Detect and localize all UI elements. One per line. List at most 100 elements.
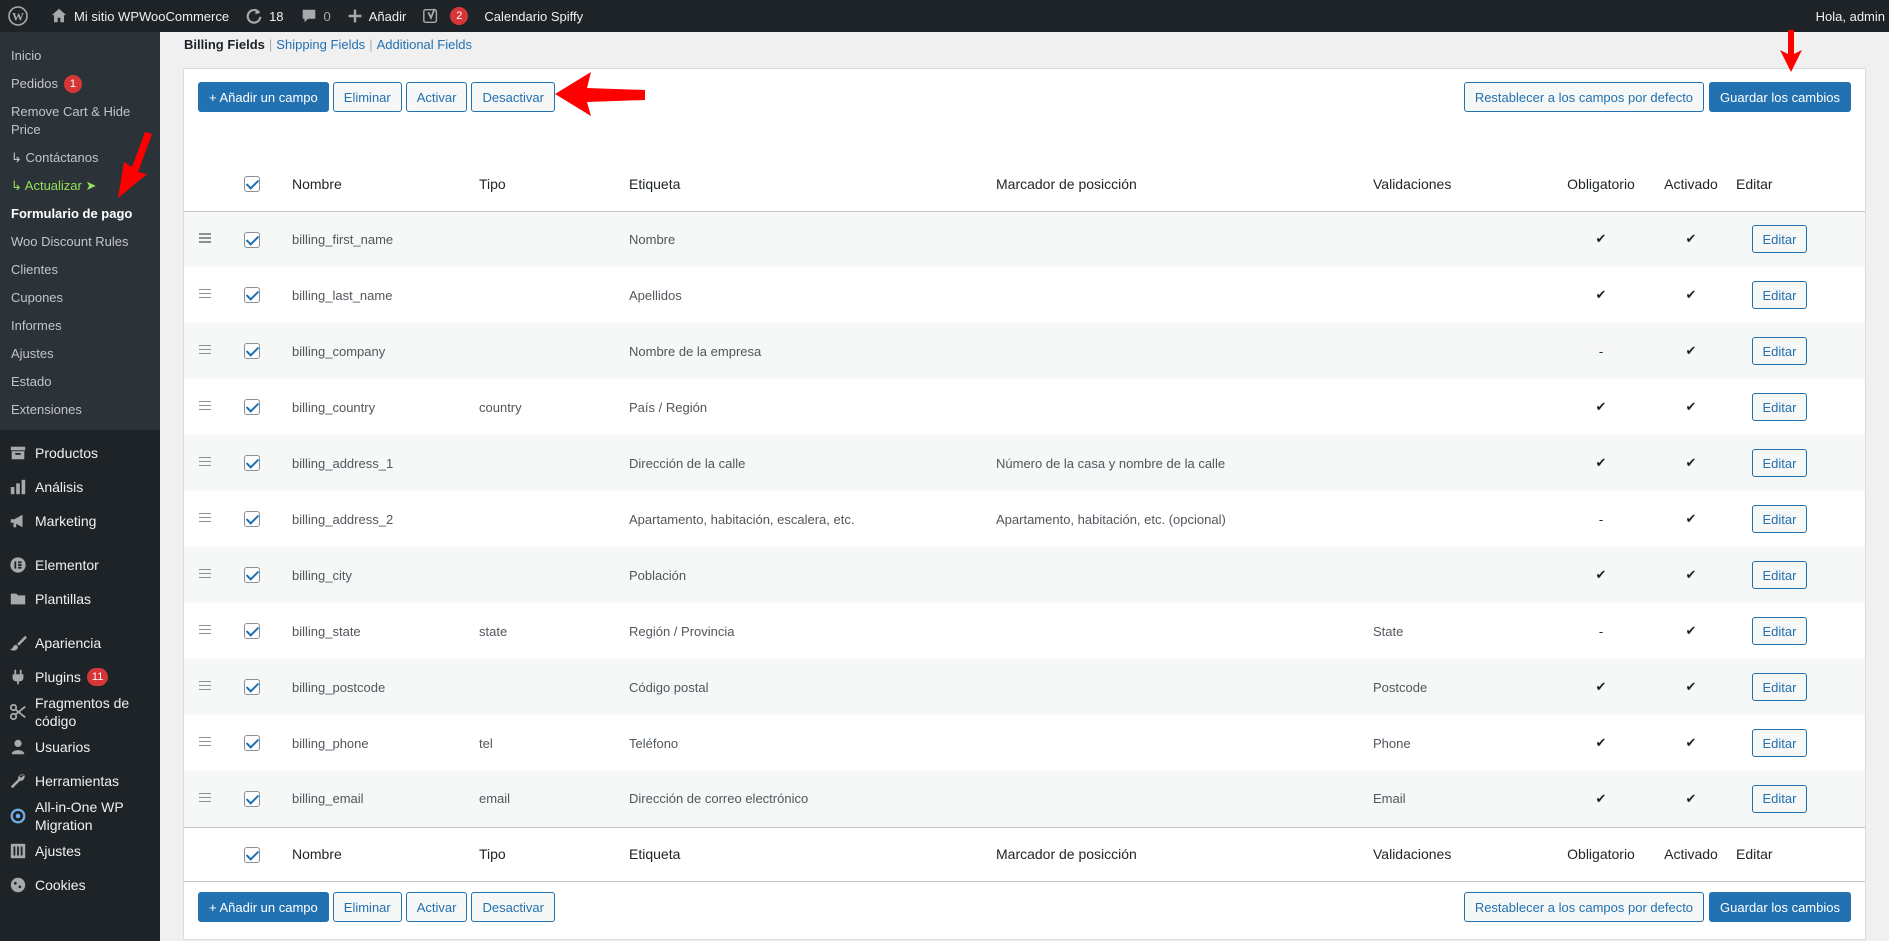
- drag-handle-icon[interactable]: [199, 678, 211, 693]
- submenu-item-clientes[interactable]: Clientes: [0, 256, 160, 284]
- row-checkbox[interactable]: [244, 287, 260, 304]
- drag-handle-icon[interactable]: [199, 734, 211, 749]
- edit-field-button[interactable]: Editar: [1752, 337, 1807, 365]
- select-all-checkbox-footer[interactable]: [244, 846, 260, 863]
- menu-item-herramientas[interactable]: Herramientas: [0, 764, 160, 798]
- submenu-item-pedidos[interactable]: Pedidos 1: [0, 70, 160, 98]
- updates-link[interactable]: 18: [237, 0, 291, 32]
- menu-item-apariencia[interactable]: Apariencia: [0, 626, 160, 660]
- row-checkbox[interactable]: [244, 343, 260, 360]
- remove-button[interactable]: Eliminar: [332, 82, 402, 112]
- header-enabled: Activado: [1646, 157, 1736, 212]
- cookie-icon: [8, 875, 28, 895]
- menu-item-elementor[interactable]: Elementor: [0, 548, 160, 582]
- drag-handle-icon[interactable]: [199, 286, 211, 301]
- wordpress-logo-icon[interactable]: W: [0, 0, 42, 32]
- row-checkbox[interactable]: [244, 399, 260, 416]
- submenu-item-inicio[interactable]: Inicio: [0, 42, 160, 70]
- submenu-item-formulario-de-pago[interactable]: Formulario de pago: [0, 200, 160, 228]
- select-all-checkbox[interactable]: [244, 176, 260, 193]
- table-row: billing_first_name Nombre ✔ ✔ Editar: [184, 211, 1865, 267]
- required-flag: -: [1598, 343, 1604, 359]
- field-name: billing_phone: [292, 735, 369, 751]
- header-required: Obligatorio: [1556, 157, 1646, 212]
- reset-defaults-button[interactable]: Restablecer a los campos por defecto: [1463, 82, 1705, 112]
- submenu-item-estado[interactable]: Estado: [0, 368, 160, 396]
- menu-item-all-in-one-migration[interactable]: All-in-One WP Migration: [0, 798, 160, 834]
- drag-handle-icon[interactable]: [199, 622, 211, 637]
- enable-button[interactable]: Activar: [405, 82, 468, 112]
- drag-handle-icon[interactable]: [199, 790, 211, 805]
- add-field-button[interactable]: + Añadir un campo: [198, 82, 329, 112]
- menu-item-marketing[interactable]: Marketing: [0, 504, 160, 538]
- disable-button-bottom[interactable]: Desactivar: [471, 892, 555, 922]
- reset-defaults-button-bottom[interactable]: Restablecer a los campos por defecto: [1463, 892, 1705, 922]
- edit-field-button[interactable]: Editar: [1752, 673, 1807, 701]
- menu-item-fragmentos[interactable]: Fragmentos de código: [0, 694, 160, 730]
- save-changes-button[interactable]: Guardar los cambios: [1709, 82, 1851, 112]
- drag-handle-icon[interactable]: [199, 342, 211, 357]
- field-validation: [1373, 547, 1556, 603]
- submenu-item-informes[interactable]: Informes: [0, 312, 160, 340]
- field-placeholder: [996, 603, 1373, 659]
- row-checkbox[interactable]: [244, 567, 260, 584]
- add-field-button-bottom[interactable]: + Añadir un campo: [198, 892, 329, 922]
- edit-field-button[interactable]: Editar: [1752, 225, 1807, 254]
- menu-label: Apariencia: [35, 635, 102, 651]
- drag-handle-icon[interactable]: [199, 231, 211, 246]
- submenu-item-cupones[interactable]: Cupones: [0, 284, 160, 312]
- edit-field-button[interactable]: Editar: [1752, 281, 1807, 309]
- comments-link[interactable]: 0: [292, 0, 339, 32]
- field-validation: [1373, 323, 1556, 379]
- menu-item-cookies[interactable]: Cookies: [0, 868, 160, 902]
- drag-handle-icon[interactable]: [199, 566, 211, 581]
- enabled-flag: ✔: [1685, 623, 1697, 638]
- submenu-item-ajustes[interactable]: Ajustes: [0, 340, 160, 368]
- row-checkbox[interactable]: [244, 455, 260, 472]
- add-new-link[interactable]: Añadir: [339, 0, 415, 32]
- drag-handle-icon[interactable]: [199, 510, 211, 525]
- menu-item-plugins[interactable]: Plugins 11: [0, 660, 160, 694]
- drag-handle-icon[interactable]: [199, 398, 211, 413]
- menu-item-plantillas[interactable]: Plantillas: [0, 582, 160, 616]
- tab-billing-fields[interactable]: Billing Fields: [184, 37, 265, 52]
- row-checkbox[interactable]: [244, 735, 260, 752]
- calendar-link[interactable]: Calendario Spiffy: [476, 0, 591, 32]
- menu-label: Fragmentos de código: [35, 695, 130, 729]
- yoast-link[interactable]: 2: [414, 0, 476, 32]
- menu-item-productos[interactable]: Productos: [0, 436, 160, 470]
- annotation-arrow-save: [1780, 30, 1802, 72]
- tab-shipping-fields[interactable]: Shipping Fields: [276, 37, 365, 52]
- menu-item-ajustes[interactable]: Ajustes: [0, 834, 160, 868]
- edit-field-button[interactable]: Editar: [1752, 784, 1807, 813]
- field-name: billing_company: [292, 343, 386, 359]
- remove-button-bottom[interactable]: Eliminar: [332, 892, 402, 922]
- tab-additional-fields[interactable]: Additional Fields: [377, 37, 472, 52]
- save-changes-button-bottom[interactable]: Guardar los cambios: [1709, 892, 1851, 922]
- row-checkbox[interactable]: [244, 679, 260, 696]
- row-checkbox[interactable]: [244, 623, 260, 640]
- drag-handle-icon[interactable]: [199, 454, 211, 469]
- account-menu[interactable]: Hola, admin: [1808, 0, 1889, 32]
- edit-field-button[interactable]: Editar: [1752, 505, 1807, 533]
- edit-field-button[interactable]: Editar: [1752, 617, 1807, 645]
- menu-item-analisis[interactable]: Análisis: [0, 470, 160, 504]
- enable-button-bottom[interactable]: Activar: [405, 892, 468, 922]
- field-validation: [1373, 491, 1556, 547]
- site-name-link[interactable]: Mi sitio WPWooCommerce: [42, 0, 237, 32]
- field-placeholder: Número de la casa y nombre de la calle: [996, 455, 1226, 471]
- row-checkbox[interactable]: [244, 791, 260, 808]
- disable-button[interactable]: Desactivar: [471, 82, 555, 112]
- edit-field-button[interactable]: Editar: [1752, 561, 1807, 589]
- required-flag: ✔: [1595, 679, 1607, 694]
- submenu-item-woo-discount-rules[interactable]: Woo Discount Rules: [0, 228, 160, 256]
- edit-field-button[interactable]: Editar: [1752, 393, 1807, 421]
- edit-field-button[interactable]: Editar: [1752, 449, 1807, 477]
- submenu-item-extensiones[interactable]: Extensiones: [0, 396, 160, 424]
- edit-field-button[interactable]: Editar: [1752, 729, 1807, 757]
- row-checkbox[interactable]: [244, 511, 260, 528]
- row-checkbox[interactable]: [244, 231, 260, 248]
- menu-item-usuarios[interactable]: Usuarios: [0, 730, 160, 764]
- comments-count: 0: [323, 8, 331, 24]
- table-row: billing_last_name Apellidos ✔ ✔ Editar: [184, 267, 1865, 323]
